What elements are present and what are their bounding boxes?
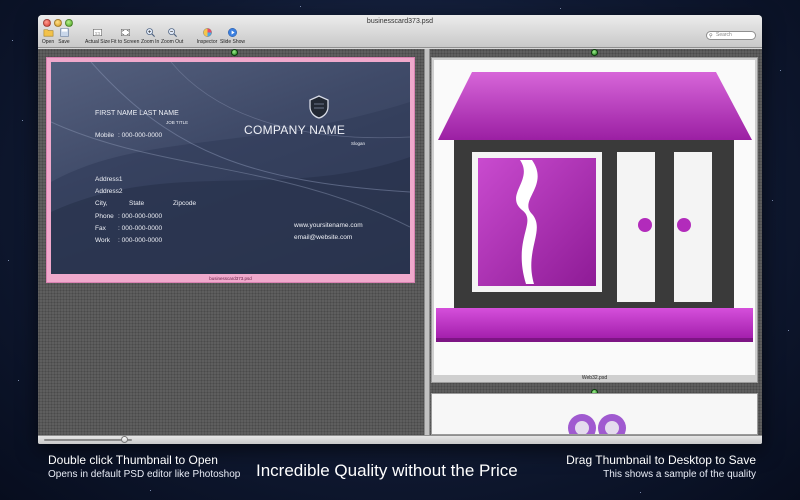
actual-size-icon: 1:1: [92, 29, 102, 36]
card-fax: : 000-000-0000: [118, 225, 163, 232]
svg-text:1:1: 1:1: [94, 31, 99, 35]
thumbnail-filename: businesscard373.psd: [209, 276, 252, 281]
app-window: businesscard373.psd Open Save 1:1 Actual…: [38, 15, 762, 444]
fit-to-screen-label: Fit to Screen: [111, 39, 140, 45]
card-mobile-label: Mobile: [95, 132, 115, 139]
search-input[interactable]: ⚲ Search: [706, 31, 756, 40]
card-zipcode: Zipcode: [173, 200, 197, 207]
card-slogan: Slogan: [351, 141, 366, 146]
save-label: Save: [58, 39, 70, 45]
pin-icon: [591, 49, 598, 56]
business-card-preview: FIRST NAME LAST NAME JOB TITLE Mobile : …: [51, 62, 410, 274]
thumbnail-browser: FIRST NAME LAST NAME JOB TITLE Mobile : …: [38, 49, 762, 435]
status-bar: [38, 435, 762, 444]
caption-center: Incredible Quality without the Price: [256, 461, 518, 480]
card-company: COMPANY NAME: [244, 123, 346, 137]
card-state: State: [129, 200, 145, 207]
window-title: businesscard373.psd: [366, 18, 434, 25]
star: [788, 330, 789, 331]
thumbnail-size-slider[interactable]: [44, 436, 132, 443]
card-name: FIRST NAME LAST NAME: [95, 110, 179, 117]
fit-to-screen-button[interactable]: Fit to Screen: [111, 27, 139, 47]
star: [12, 40, 13, 41]
card-email: email@website.com: [294, 234, 353, 241]
star: [22, 120, 23, 121]
zoom-in-icon: [145, 28, 155, 38]
fit-to-screen-icon: [120, 29, 130, 36]
star: [300, 6, 301, 7]
inspector-icon: [202, 28, 212, 37]
star: [772, 200, 773, 201]
open-button[interactable]: Open: [41, 27, 55, 47]
card-address2: Address2: [95, 188, 123, 195]
star: [780, 70, 781, 71]
store-icon: [436, 72, 753, 342]
thumbnail-web32[interactable]: Web32.psd: [431, 57, 758, 383]
open-label: Open: [41, 39, 55, 45]
card-phone: : 000-000-0000: [118, 213, 163, 220]
inspector-button[interactable]: Inspector: [196, 27, 218, 47]
play-icon: [227, 28, 237, 37]
save-button[interactable]: Save: [57, 27, 71, 47]
card-work: : 000-000-0000: [118, 237, 163, 244]
folder-icon: [43, 29, 53, 37]
thumbnail-filename: Web32.psd: [581, 375, 608, 381]
web32-preview: [434, 60, 755, 375]
star: [560, 8, 561, 9]
card-phone-label: Phone: [95, 213, 114, 220]
slider-knob[interactable]: [120, 436, 128, 443]
card-work-label: Work: [95, 237, 111, 244]
zoom-out-label: Zoom Out: [161, 39, 184, 45]
zoom-out-icon: [167, 28, 177, 38]
card-city: City,: [95, 200, 108, 207]
search-icon: ⚲: [709, 33, 713, 39]
inspector-label: Inspector: [196, 39, 218, 45]
partial-preview: [568, 414, 626, 434]
pane-divider[interactable]: [424, 49, 430, 435]
actual-size-label: Actual Size: [85, 39, 111, 45]
card-website: www.yoursitename.com: [294, 222, 363, 229]
card-mobile: : 000-000-0000: [118, 132, 163, 139]
zoom-out-button[interactable]: Zoom Out: [161, 27, 183, 47]
star: [8, 260, 9, 261]
star: [640, 492, 641, 493]
thumbnail-businesscard[interactable]: FIRST NAME LAST NAME JOB TITLE Mobile : …: [46, 57, 415, 283]
card-job-title: JOB TITLE: [166, 120, 189, 125]
zoom-in-label: Zoom In: [141, 39, 160, 45]
save-icon: [59, 28, 69, 37]
card-fax-label: Fax: [95, 225, 106, 232]
actual-size-button[interactable]: 1:1 Actual Size: [85, 27, 111, 47]
search-placeholder: Search: [716, 32, 732, 38]
slide-show-label: Slide Show: [220, 39, 246, 45]
caption-left-title: Double click Thumbnail to Open: [48, 453, 218, 467]
caption-right-title: Drag Thumbnail to Desktop to Save: [566, 453, 756, 467]
star: [150, 490, 151, 491]
zoom-in-button[interactable]: Zoom In: [141, 27, 159, 47]
toolbar: businesscard373.psd Open Save 1:1 Actual…: [38, 15, 762, 48]
caption-left-subtitle: Opens in default PSD editor like Photosh…: [48, 469, 241, 480]
shield-icon: [309, 95, 329, 119]
star: [18, 380, 19, 381]
card-address1: Address1: [95, 176, 123, 183]
slide-show-button[interactable]: Slide Show: [220, 27, 246, 47]
pin-icon: [231, 49, 238, 56]
caption-right-subtitle: This shows a sample of the quality: [603, 469, 756, 480]
thumbnail-next[interactable]: [431, 393, 758, 435]
